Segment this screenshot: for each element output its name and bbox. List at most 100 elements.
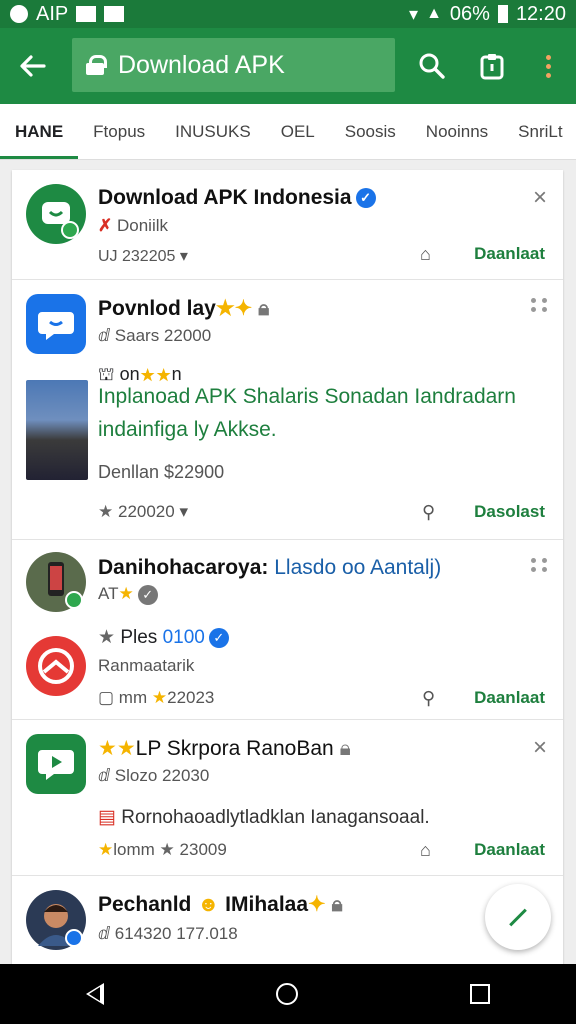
tab-hane[interactable]: HANE [0, 104, 79, 159]
star-icon: ✦ [308, 893, 326, 916]
app-avatar [26, 552, 86, 612]
star-icon: ★ [98, 840, 114, 859]
app-title: Pechanld ☻ IMihalaa✦ 🔒︎ [98, 893, 343, 916]
app-title: Danihohacaroya: Llasdo oo Aantalj) [98, 556, 442, 579]
star-icon: ★✦ [215, 297, 253, 320]
shopping-bag-icon [86, 55, 107, 75]
gallery-icon [104, 6, 125, 22]
battery-text: 06% [449, 2, 490, 25]
notification-icon [10, 5, 28, 23]
nav-back-icon[interactable] [86, 983, 104, 1005]
check-mark-icon: ✗ [98, 216, 113, 235]
star-icon: ★ [98, 627, 116, 648]
system-nav-bar [0, 964, 576, 1024]
nav-recents-icon[interactable] [470, 984, 490, 1004]
secondary-app-icon [26, 636, 86, 696]
app-description: Inplanoad APK Shalaris Sonadan Iandradar… [98, 385, 516, 441]
back-arrow-icon[interactable] [0, 28, 64, 104]
chart-icon: ⅆ [98, 766, 111, 785]
download-button[interactable]: Dasolast [474, 502, 545, 522]
star-icon: ★ [118, 584, 134, 603]
location-pin-icon[interactable]: ⚲ [422, 502, 435, 523]
chevron-down-icon: ▾ [179, 248, 188, 265]
app-title: Download APK Indonesia ✓ [98, 186, 376, 210]
app-meta: UJ 232205 ▾ [98, 248, 188, 265]
clipboard-icon[interactable] [472, 46, 512, 86]
app-meta: ▢ mm ★22023 [98, 688, 215, 707]
document-icon: ▤ [98, 807, 116, 828]
search-field[interactable]: Download APK [72, 38, 395, 92]
status-bar: AIP ▾ ▲ 06% 12:20 [0, 0, 576, 28]
battery-icon [497, 5, 508, 23]
chart-icon: ⅆ [98, 326, 111, 345]
lock-icon: 🔒︎ [331, 893, 343, 916]
close-icon[interactable]: × [533, 184, 547, 212]
app-description: ▤ Rornohaoadlytladklan Ianagansoaal. [98, 807, 430, 828]
list-item[interactable]: Pechanld ☻ IMihalaa✦ 🔒︎ ⅆ 614320 177.018 [12, 876, 563, 970]
compose-fab[interactable] [485, 884, 551, 950]
star-icon: ★ [151, 688, 168, 707]
app-subtitle: ⅆ Slozo 22030 [98, 766, 210, 785]
tab-oel[interactable]: OEL [266, 104, 330, 159]
title-link[interactable]: Llasdo oo Aantalj) [274, 556, 441, 579]
tab-soosis[interactable]: Soosis [330, 104, 411, 159]
star-icon: ★ [98, 502, 114, 521]
verified-icon: ✓ [355, 188, 376, 209]
download-button[interactable]: Daanlaat [474, 688, 545, 708]
check-circle-icon: ✓ [137, 584, 158, 605]
more-menu-icon[interactable] [528, 46, 568, 86]
category-tabs: HANE Ftopus INUSUKS OEL Soosis Nooinns S… [0, 104, 576, 160]
app-developer: Ranmaatarik [98, 656, 195, 675]
status-left-text: AIP [36, 2, 69, 25]
app-title: ★★LP Skrpora RanoBan 🔒︎ [98, 737, 351, 760]
tab-inusuks[interactable]: INUSUKS [160, 104, 266, 159]
list-item[interactable]: Download APK Indonesia ✓ ✗ Doniilk UJ 232… [12, 170, 563, 280]
search-query: Download APK [118, 50, 285, 79]
download-button[interactable]: Daanlaat [474, 840, 545, 860]
home-icon[interactable]: ⌂ [420, 840, 431, 861]
app-subtitle: ✗ Doniilk [98, 216, 169, 235]
app-bar: Download APK [0, 28, 576, 104]
emoji-icon: ☻ [197, 893, 220, 916]
chevron-down-icon: ▾ [179, 502, 188, 521]
app-subtitle: AT★ ✓ [98, 584, 158, 605]
location-pin-icon[interactable]: ⚲ [422, 688, 435, 709]
star-icon: ★★ [98, 737, 136, 760]
wifi-icon: ▾ [409, 3, 419, 24]
app-subtitle: ⅆ Saars 22000 [98, 326, 212, 345]
nav-home-icon[interactable] [276, 983, 298, 1005]
app-icon [26, 294, 86, 354]
lock-icon: 🔒︎ [258, 297, 270, 320]
close-icon[interactable]: × [533, 734, 547, 762]
drag-handle-icon[interactable] [531, 298, 547, 312]
tab-snrilt[interactable]: SnriLt [503, 104, 576, 159]
list-item[interactable]: Danihohacaroya: Llasdo oo Aantalj) AT★ ✓ … [12, 540, 563, 720]
tab-nooinns[interactable]: Nooinns [411, 104, 503, 159]
star-icon: ★ [159, 840, 175, 859]
edit-icon [509, 908, 527, 926]
drag-handle-icon[interactable] [531, 558, 547, 572]
calendar-icon: ▢ [98, 688, 115, 707]
app-icon [26, 734, 86, 794]
app-meta: ★lomm ★ 23009 [98, 840, 227, 859]
app-title: Povnlod lay★✦ 🔒︎ [98, 297, 270, 320]
message-icon [76, 6, 97, 22]
list-item[interactable]: Povnlod lay★✦ 🔒︎ ⅆ Saars 22000 ⛫ on★★n I… [12, 280, 563, 540]
app-screenshot [26, 380, 88, 480]
rating-line: ★ Ples 0100 ✓ [98, 626, 229, 649]
app-list: Download APK Indonesia ✓ ✗ Doniilk UJ 232… [12, 170, 563, 970]
app-icon [26, 184, 86, 244]
tab-ftopus[interactable]: Ftopus [78, 104, 160, 159]
clock: 12:20 [515, 2, 566, 25]
list-item[interactable]: ★★LP Skrpora RanoBan 🔒︎ ⅆ Slozo 22030 × … [12, 720, 563, 876]
chart-icon: ⅆ [98, 924, 111, 943]
app-subtitle: ⅆ 614320 177.018 [98, 924, 238, 943]
download-button[interactable]: Daanlaat [474, 244, 545, 264]
home-icon[interactable]: ⌂ [420, 244, 431, 265]
user-avatar [26, 890, 86, 950]
search-icon[interactable] [412, 46, 452, 86]
app-price: Denllan $22900 [98, 462, 225, 482]
lock-icon: 🔒︎ [339, 737, 351, 760]
signal-icon: ▲ [426, 5, 442, 22]
app-meta: ★ 220020 ▾ [98, 502, 188, 521]
